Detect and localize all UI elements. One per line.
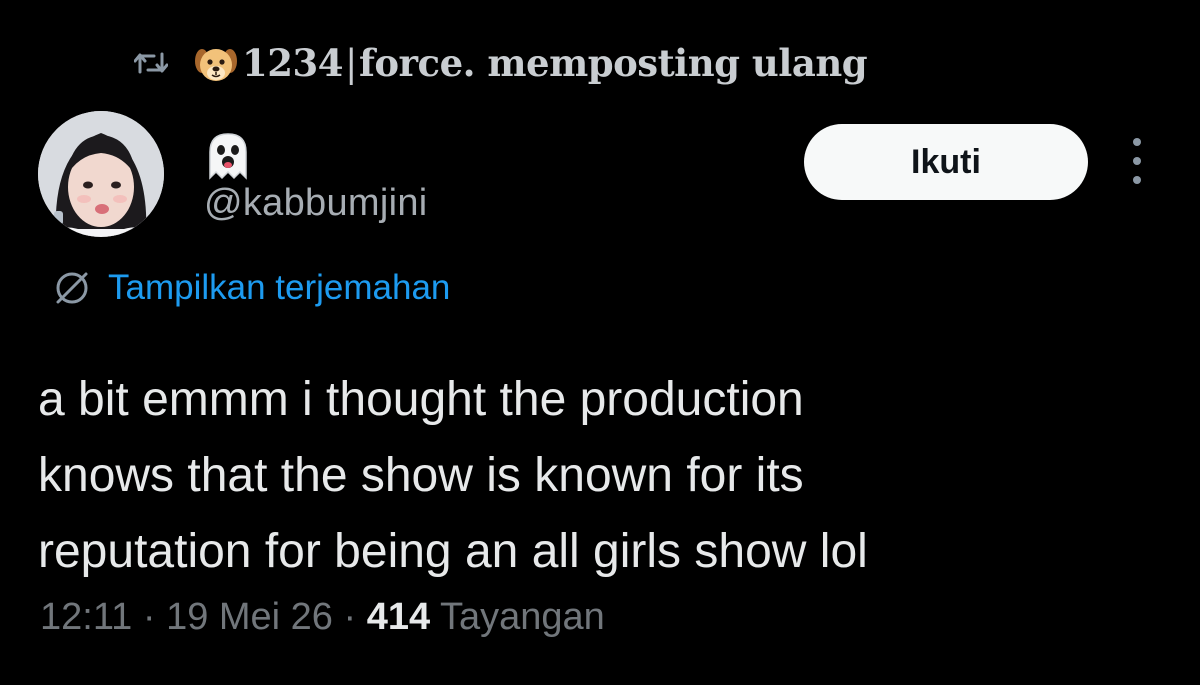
more-dot-icon bbox=[1133, 176, 1141, 184]
dog-face-icon bbox=[195, 49, 237, 81]
more-dot-icon bbox=[1133, 138, 1141, 146]
repost-header[interactable]: 1234|force. memposting ulang bbox=[134, 38, 868, 88]
repost-user: 1234 bbox=[242, 41, 343, 85]
meta-dot: · bbox=[343, 596, 357, 638]
tweet-line: a bit emmm i thought the production bbox=[38, 373, 804, 426]
repost-label: 1234|force. memposting ulang bbox=[242, 41, 868, 85]
more-options-button[interactable] bbox=[1122, 138, 1152, 184]
tweet-body: a bit emmm i thought the production know… bbox=[38, 362, 1158, 590]
translate-link[interactable]: Tampilkan terjemahan bbox=[52, 268, 450, 308]
translate-label: Tampilkan terjemahan bbox=[108, 268, 451, 307]
views-count[interactable]: 414 bbox=[367, 596, 430, 638]
repost-icon bbox=[134, 52, 168, 74]
tweet-line: reputation for being an all girls show l… bbox=[38, 525, 868, 578]
author-handle[interactable]: @kabbumjini bbox=[204, 182, 428, 225]
avatar[interactable] bbox=[38, 111, 164, 237]
follow-button[interactable]: Ikuti bbox=[804, 124, 1088, 200]
tweet-date[interactable]: 19 Mei 26 bbox=[166, 596, 333, 638]
views-label: Tayangan bbox=[440, 596, 605, 638]
avatar-image bbox=[38, 111, 164, 237]
repost-suffix: force. memposting ulang bbox=[358, 41, 868, 85]
repost-separator: | bbox=[344, 42, 357, 85]
meta-dot: · bbox=[142, 596, 156, 638]
tweet-line: knows that the show is known for its bbox=[38, 449, 804, 502]
ghost-icon bbox=[209, 133, 247, 180]
more-dot-icon bbox=[1133, 157, 1141, 165]
tweet-meta: 12:11 · 19 Mei 26 · 414 Tayangan bbox=[40, 596, 605, 639]
tweet-time[interactable]: 12:11 bbox=[40, 596, 132, 638]
globe-icon bbox=[56, 272, 88, 304]
